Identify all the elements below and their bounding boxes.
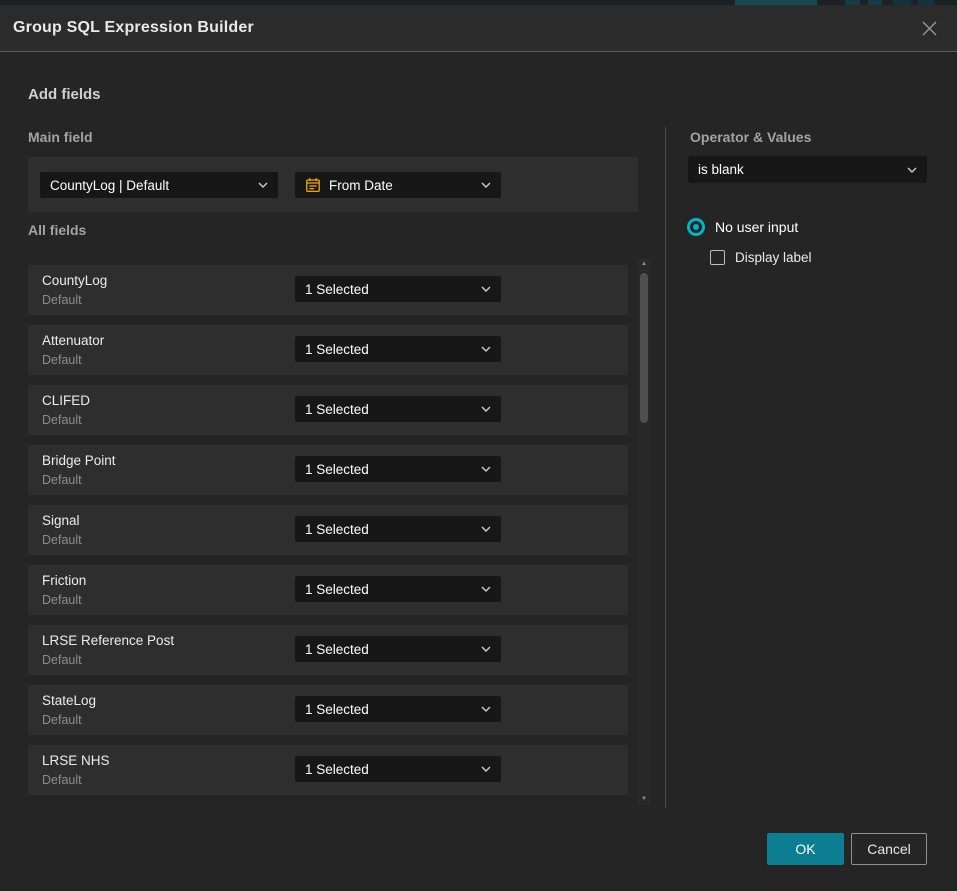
main-field-field-select[interactable]: From Date (295, 172, 501, 198)
main-field-layer-select[interactable]: CountyLog | Default (40, 172, 278, 198)
field-values-select-value: 1 Selected (305, 702, 369, 717)
chevron-down-icon (481, 346, 491, 352)
chevron-down-icon (481, 586, 491, 592)
operator-values-label: Operator & Values (690, 129, 811, 145)
field-values-select[interactable]: 1 Selected (295, 636, 501, 662)
layer-select-value: CountyLog | Default (50, 178, 169, 193)
field-name: LRSE Reference Post (42, 633, 174, 648)
field-values-select[interactable]: 1 Selected (295, 516, 501, 542)
field-values-select-value: 1 Selected (305, 762, 369, 777)
chevron-down-icon (907, 167, 917, 173)
chevron-down-icon (481, 526, 491, 532)
chevron-down-icon (258, 182, 268, 188)
field-row: LRSE NHS Default 1 Selected (28, 745, 628, 795)
checkbox-unchecked-icon (710, 250, 725, 265)
field-subtitle: Default (42, 353, 82, 367)
scroll-up-icon[interactable]: ▲ (637, 258, 651, 270)
field-subtitle: Default (42, 713, 82, 727)
chevron-down-icon (481, 182, 491, 188)
field-values-select-value: 1 Selected (305, 642, 369, 657)
screen: Group SQL Expression Builder Add fields … (0, 0, 957, 891)
field-values-select[interactable]: 1 Selected (295, 336, 501, 362)
add-fields-heading: Add fields (28, 86, 101, 103)
field-row: Signal Default 1 Selected (28, 505, 628, 555)
field-subtitle: Default (42, 533, 82, 547)
field-values-select[interactable]: 1 Selected (295, 276, 501, 302)
ok-button[interactable]: OK (767, 833, 844, 865)
field-name: CLIFED (42, 393, 90, 408)
fields-scrollbar[interactable]: ▲ ▼ (637, 258, 651, 805)
display-label-checkbox[interactable]: Display label (710, 250, 812, 265)
field-subtitle: Default (42, 293, 82, 307)
field-name: Attenuator (42, 333, 104, 348)
field-values-select-value: 1 Selected (305, 342, 369, 357)
field-row: CLIFED Default 1 Selected (28, 385, 628, 435)
field-values-select[interactable]: 1 Selected (295, 396, 501, 422)
field-name: StateLog (42, 693, 96, 708)
chevron-down-icon (481, 706, 491, 712)
field-values-select-value: 1 Selected (305, 402, 369, 417)
chevron-down-icon (481, 466, 491, 472)
field-values-select-value: 1 Selected (305, 522, 369, 537)
field-values-select-value: 1 Selected (305, 282, 369, 297)
main-field-panel: CountyLog | Default From Date (28, 157, 638, 212)
checkbox-label: Display label (735, 250, 812, 265)
field-subtitle: Default (42, 593, 82, 607)
field-name: CountyLog (42, 273, 107, 288)
field-subtitle: Default (42, 413, 82, 427)
close-icon[interactable] (919, 18, 939, 38)
field-row: Friction Default 1 Selected (28, 565, 628, 615)
field-values-select[interactable]: 1 Selected (295, 456, 501, 482)
chevron-down-icon (481, 646, 491, 652)
chevron-down-icon (481, 766, 491, 772)
field-values-select-value: 1 Selected (305, 582, 369, 597)
radio-selected-icon (687, 218, 705, 236)
field-name: Bridge Point (42, 453, 116, 468)
calendar-date-icon (305, 177, 321, 193)
operator-select-value: is blank (698, 162, 744, 177)
field-name: LRSE NHS (42, 753, 110, 768)
field-subtitle: Default (42, 653, 82, 667)
operator-select[interactable]: is blank (688, 156, 927, 183)
radio-label: No user input (715, 219, 798, 235)
chevron-down-icon (481, 406, 491, 412)
group-sql-expression-builder-dialog: Group SQL Expression Builder Add fields … (0, 5, 957, 891)
field-subtitle: Default (42, 773, 82, 787)
chevron-down-icon (481, 286, 491, 292)
field-values-select-value: 1 Selected (305, 462, 369, 477)
field-values-select[interactable]: 1 Selected (295, 576, 501, 602)
field-name: Signal (42, 513, 80, 528)
no-user-input-radio[interactable]: No user input (687, 218, 798, 236)
field-values-select[interactable]: 1 Selected (295, 696, 501, 722)
scroll-down-icon[interactable]: ▼ (637, 793, 651, 805)
field-values-select[interactable]: 1 Selected (295, 756, 501, 782)
field-subtitle: Default (42, 473, 82, 487)
all-fields-label: All fields (28, 222, 86, 238)
field-select-value: From Date (329, 178, 393, 193)
field-name: Friction (42, 573, 86, 588)
scrollbar-thumb[interactable] (640, 273, 648, 423)
main-field-label: Main field (28, 129, 93, 145)
dialog-title: Group SQL Expression Builder (13, 19, 254, 37)
dialog-header: Group SQL Expression Builder (0, 5, 957, 52)
field-row: Bridge Point Default 1 Selected (28, 445, 628, 495)
panel-divider (665, 127, 666, 808)
field-row: StateLog Default 1 Selected (28, 685, 628, 735)
all-fields-list: CountyLog Default 1 Selected Attenuator … (28, 265, 628, 805)
field-row: CountyLog Default 1 Selected (28, 265, 628, 315)
field-row: Attenuator Default 1 Selected (28, 325, 628, 375)
cancel-button[interactable]: Cancel (851, 833, 927, 865)
field-row: LRSE Reference Post Default 1 Selected (28, 625, 628, 675)
